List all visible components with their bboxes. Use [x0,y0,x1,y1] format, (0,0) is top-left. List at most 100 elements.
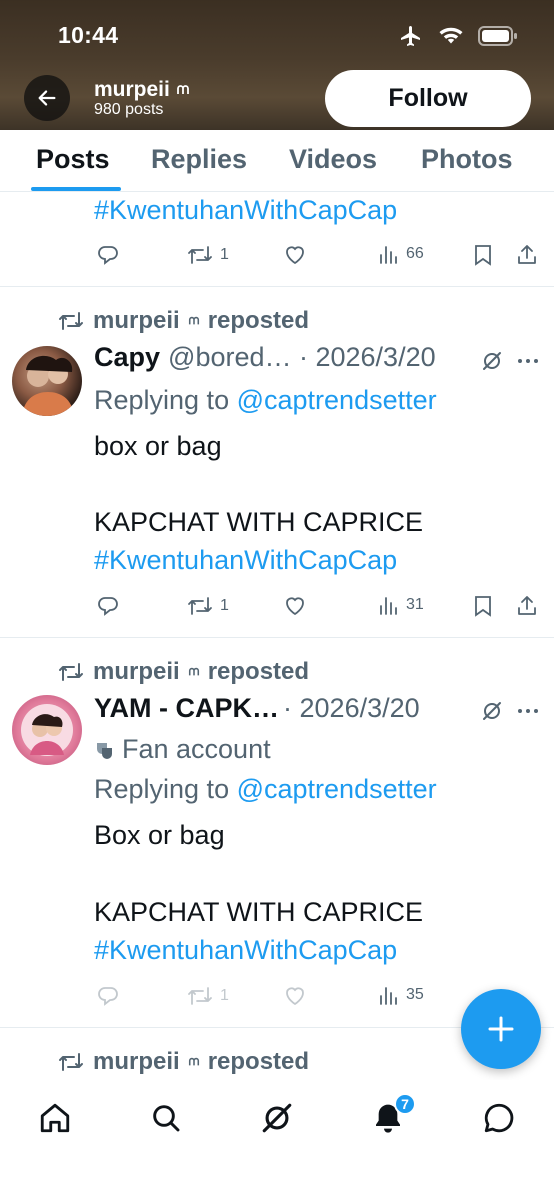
home-icon [40,1103,70,1133]
compose-post-button[interactable] [461,989,541,1069]
bookmark-icon [475,596,491,617]
post-divider [0,286,554,287]
tab-replies[interactable]: Replies [151,144,247,175]
repost-user[interactable]: murpeii [93,658,180,686]
plus-icon [488,1016,514,1042]
repost-icon [59,663,83,681]
repost-icon [188,597,212,615]
grok-icon [262,1103,292,1133]
views-button[interactable]: 66 [378,243,424,265]
avatar[interactable] [12,346,82,416]
repost-count: 1 [220,246,229,263]
heart-icon [286,597,304,616]
post-hashtag[interactable]: #KwentuhanWithCapCap [94,195,397,226]
airplane-icon [401,26,420,46]
share-button[interactable] [515,243,539,267]
reply-button[interactable] [96,984,120,1008]
view-count: 35 [406,986,424,1003]
repost-suffix: reposted [207,658,310,685]
view-count: 66 [406,245,424,262]
repost-icon [59,312,83,330]
profile-name-text: murpeii [94,78,170,101]
replying-to: Replying to @captrendsetter [94,385,437,416]
post-count: 980 posts [94,101,164,118]
repost-context: murpeii reposted [57,1048,309,1076]
tab-posts[interactable]: Posts [36,144,110,175]
view-count: 31 [406,596,424,613]
repost-button[interactable]: 1 [186,984,229,1008]
repost-user[interactable]: murpeii [93,307,180,335]
display-name[interactable]: Capy [94,342,160,373]
tab-videos[interactable]: Videos [289,144,377,175]
profile-name: murpeii [94,78,190,102]
profile-header: 10:44 murpeii 980 posts Follow [0,0,554,130]
display-name[interactable]: YAM - CAPK… [94,693,279,724]
handle-date: @bored… · 2026/3/20 [168,342,436,372]
views-button[interactable]: 31 [378,594,424,616]
repost-icon [188,246,212,264]
affiliate-badge-icon [176,85,189,94]
grok-icon[interactable] [480,699,504,723]
reply-handle[interactable]: @captrendsetter [237,385,437,415]
handle-date: · 2026/3/20 [283,693,420,723]
views-button[interactable]: 35 [378,984,424,1006]
reply-handle[interactable]: @captrendsetter [237,774,437,804]
status-bar: 10:44 [0,0,554,70]
views-icon [380,987,397,1005]
reply-icon [98,987,118,1006]
heart-icon [286,987,304,1006]
repost-context: murpeii reposted [57,307,309,335]
profile-tabs: Posts Replies Videos Photos [0,130,554,192]
reply-button[interactable] [96,594,120,618]
grok-icon[interactable] [480,349,504,373]
post-text: box or bag [94,431,222,461]
repost-button[interactable]: 1 [186,243,229,267]
back-button[interactable] [24,75,70,121]
more-options-icon[interactable] [516,357,540,365]
nav-messages[interactable] [479,1098,519,1138]
share-icon [518,245,536,264]
post-text: KAPCHAT WITH CAPRICE [94,897,424,927]
bookmark-button[interactable] [472,594,494,618]
post-hashtag[interactable]: #KwentuhanWithCapCap [94,935,397,966]
post-divider [0,637,554,638]
repost-count: 1 [220,597,229,614]
heart-icon [286,246,304,265]
repost-suffix: reposted [207,307,310,334]
reply-button[interactable] [96,243,120,267]
fan-account-text: Fan account [122,734,271,764]
status-icons [398,24,518,48]
post-hashtag[interactable]: #KwentuhanWithCapCap [94,545,397,576]
nav-search[interactable] [146,1098,186,1138]
replying-to: Replying to @captrendsetter [94,774,437,805]
like-button[interactable] [283,984,307,1008]
status-time: 10:44 [58,22,119,48]
more-options-icon[interactable] [516,707,540,715]
like-button[interactable] [283,243,307,267]
repost-user[interactable]: murpeii [93,1048,180,1076]
repost-button[interactable]: 1 [186,594,229,618]
repost-icon [188,987,212,1005]
reply-icon [98,597,118,616]
tab-photos[interactable]: Photos [421,144,513,175]
post-author-line[interactable]: Capy @bored… · 2026/3/20 [94,342,436,373]
wifi-icon [439,27,463,44]
bookmark-icon [475,245,491,266]
like-button[interactable] [283,594,307,618]
views-icon [380,246,397,264]
active-tab-indicator [31,187,121,191]
share-button[interactable] [515,594,539,618]
share-icon [518,596,536,615]
fan-account-label: Fan account [94,734,271,765]
nav-grok[interactable] [257,1098,297,1138]
nav-home[interactable] [35,1098,75,1138]
bookmark-button[interactable] [472,243,494,267]
timeline-feed[interactable]: #KwentuhanWithCapCap 1 66 murpeii repost… [0,193,554,1080]
avatar[interactable] [12,695,82,765]
repost-icon [59,1053,83,1071]
replying-to-prefix: Replying to [94,774,230,804]
back-arrow-icon [38,90,56,106]
affiliate-badge-icon [188,1057,199,1066]
follow-button[interactable]: Follow [325,70,531,127]
post-author-line[interactable]: YAM - CAPK… · 2026/3/20 [94,693,420,724]
